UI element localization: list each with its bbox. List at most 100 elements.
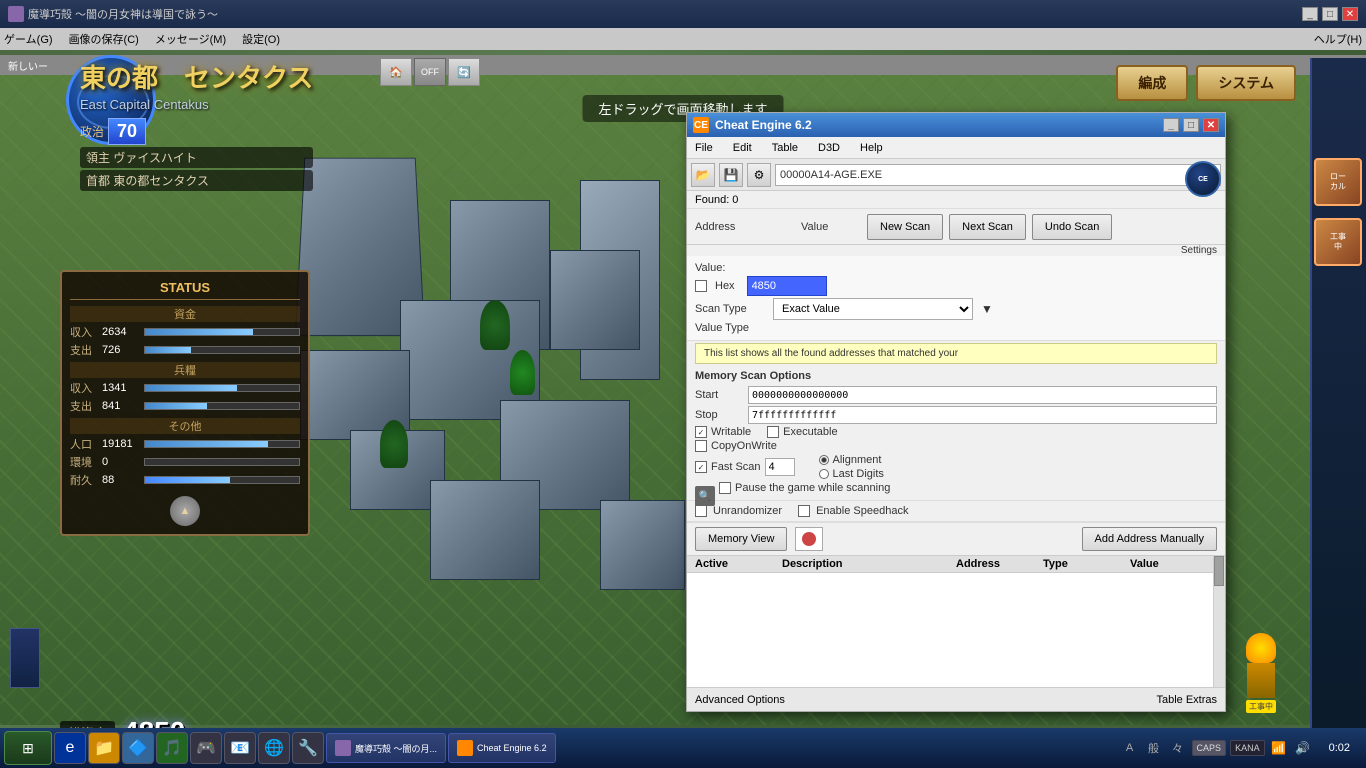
ce-stop-input[interactable] bbox=[748, 406, 1217, 424]
scroll-up-btn[interactable]: ▲ bbox=[170, 496, 200, 526]
ce-scrollbar-thumb[interactable] bbox=[1214, 556, 1224, 586]
construction-figure-area: 工事中 bbox=[1231, 633, 1291, 713]
politics-label: 政治 bbox=[80, 123, 104, 140]
ce-value-area: Value: Hex Scan Type Exact Value ▼ Value… bbox=[687, 256, 1225, 341]
ce-table-extras[interactable]: Table Extras bbox=[1156, 694, 1217, 706]
ce-save-btn[interactable]: 💾 bbox=[719, 163, 743, 187]
city-sub-title: East Capital Centakus bbox=[80, 97, 313, 112]
ce-alignment-radio[interactable] bbox=[819, 455, 829, 465]
tb-icon-5[interactable]: 🎮 bbox=[190, 732, 222, 764]
ce-alignment-radio-row: Alignment bbox=[819, 454, 884, 466]
ce-hex-checkbox[interactable] bbox=[695, 280, 707, 292]
ce-pause-checkbox[interactable] bbox=[719, 482, 731, 494]
tb-icon-6[interactable]: 📧 bbox=[224, 732, 256, 764]
game-menu-message[interactable]: メッセージ(M) bbox=[155, 31, 226, 47]
mil-expense-label: 支出 bbox=[70, 398, 98, 414]
next-scan-button[interactable]: Next Scan bbox=[949, 214, 1026, 240]
game-menu-settings[interactable]: 設定(O) bbox=[242, 31, 280, 47]
durability-value: 88 bbox=[102, 474, 140, 486]
ce-minimize-btn[interactable]: _ bbox=[1163, 118, 1179, 132]
ce-maximize-btn[interactable]: □ bbox=[1183, 118, 1199, 132]
taskbar-ce-task[interactable]: Cheat Engine 6.2 bbox=[448, 733, 556, 763]
ce-task-label: Cheat Engine 6.2 bbox=[477, 743, 547, 753]
game-menu-game[interactable]: ゲーム(G) bbox=[4, 31, 53, 47]
nav-icon-1[interactable]: 🏠 bbox=[380, 58, 412, 86]
ce-menu-help[interactable]: Help bbox=[856, 140, 887, 156]
ce-fast-scan-input[interactable] bbox=[765, 458, 795, 476]
tb-icon-8[interactable]: 🔧 bbox=[292, 732, 324, 764]
tree-3 bbox=[380, 420, 408, 468]
add-address-button[interactable]: Add Address Manually bbox=[1082, 527, 1217, 551]
construction-btn[interactable]: 工事中 bbox=[1314, 218, 1362, 266]
ce-cow-checkbox[interactable] bbox=[695, 440, 707, 452]
ce-unrandomizer-checkbox[interactable] bbox=[695, 505, 707, 517]
ce-scan-type-label: Scan Type bbox=[695, 303, 765, 315]
undo-scan-button[interactable]: Undo Scan bbox=[1032, 214, 1112, 240]
game-menu-help[interactable]: ヘルプ(H) bbox=[1314, 31, 1362, 47]
memory-view-button[interactable]: Memory View bbox=[695, 527, 787, 551]
durability-bar-bg bbox=[144, 476, 300, 484]
ce-writable-check-group: Writable bbox=[695, 426, 751, 438]
game-menu-image[interactable]: 画像の保存(C) bbox=[69, 31, 139, 47]
tb-icon-7[interactable]: 🌐 bbox=[258, 732, 290, 764]
ce-scan-options: Memory Scan Options Start Stop Writable … bbox=[687, 366, 1225, 501]
ce-last-digits-radio[interactable] bbox=[819, 469, 829, 479]
ce-open-btn[interactable]: 📂 bbox=[691, 163, 715, 187]
new-scan-button[interactable]: New Scan bbox=[867, 214, 943, 240]
ce-last-digits-label: Last Digits bbox=[833, 468, 884, 480]
ce-menu-table[interactable]: Table bbox=[768, 140, 802, 156]
ce-speedhack-checkbox[interactable] bbox=[798, 505, 810, 517]
nav-icon-2[interactable]: OFF bbox=[414, 58, 446, 86]
top-right-buttons: 編成 システム bbox=[1116, 65, 1296, 101]
city-header: 東の都 センタクス East Capital Centakus 政治 70 領主… bbox=[80, 58, 313, 191]
ce-close-btn[interactable]: ✕ bbox=[1203, 118, 1219, 132]
local-ation-btn[interactable]: ローカル bbox=[1314, 158, 1362, 206]
ce-settings-label[interactable]: Settings bbox=[687, 245, 1225, 256]
fund-expense-bar-bg bbox=[144, 346, 300, 354]
ce-config-btn[interactable]: ⚙ bbox=[747, 163, 771, 187]
ce-executable-check-group: Executable bbox=[767, 426, 837, 438]
ce-logo-circle: CE bbox=[1185, 161, 1221, 197]
right-panel: ローカル 工事中 bbox=[1310, 58, 1366, 758]
ce-advanced-options[interactable]: Advanced Options bbox=[695, 694, 785, 706]
tb-folder-icon[interactable]: 📁 bbox=[88, 732, 120, 764]
ce-writable-checkbox[interactable] bbox=[695, 426, 707, 438]
system-button[interactable]: システム bbox=[1196, 65, 1296, 101]
ce-value-input[interactable] bbox=[747, 276, 827, 296]
ce-col-type: Type bbox=[1043, 558, 1130, 570]
ce-scan-type-select[interactable]: Exact Value bbox=[773, 298, 973, 320]
ce-hex-row: Hex bbox=[695, 276, 1217, 296]
ce-col-description: Description bbox=[782, 558, 956, 570]
game-close-btn[interactable]: ✕ bbox=[1342, 7, 1358, 21]
tb-icon-4[interactable]: 🎵 bbox=[156, 732, 188, 764]
ce-start-label: Start bbox=[695, 389, 740, 401]
start-button[interactable]: ⊞ bbox=[4, 731, 52, 765]
nav-icon-3[interactable]: 🔄 bbox=[448, 58, 480, 86]
organize-button[interactable]: 編成 bbox=[1116, 65, 1188, 101]
stop-icon bbox=[802, 532, 816, 546]
game-minimize-btn[interactable]: _ bbox=[1302, 7, 1318, 21]
ce-fast-scan-checkbox[interactable] bbox=[695, 461, 707, 473]
lord-label: 領主 bbox=[86, 151, 110, 165]
ce-menu-file[interactable]: File bbox=[691, 140, 717, 156]
ce-value-type-label: Value Type bbox=[695, 322, 765, 334]
tb-icon-3[interactable]: 🔷 bbox=[122, 732, 154, 764]
other-section-title: その他 bbox=[70, 418, 300, 434]
ce-menu-d3d[interactable]: D3D bbox=[814, 140, 844, 156]
ce-scrollbar[interactable] bbox=[1213, 556, 1225, 687]
taskbar-game-task[interactable]: 魔導巧殻 ～闇の月... bbox=[326, 733, 446, 763]
ce-fast-scan-group: Fast Scan bbox=[695, 458, 795, 476]
ce-col-active: Active bbox=[695, 558, 782, 570]
city-main-title: 東の都 センタクス bbox=[80, 58, 313, 95]
game-maximize-btn[interactable]: □ bbox=[1322, 7, 1338, 21]
tb-ie-icon[interactable]: e bbox=[54, 732, 86, 764]
ce-pause-label: Pause the game while scanning bbox=[735, 482, 890, 494]
ce-table-body bbox=[687, 573, 1225, 653]
population-value: 19181 bbox=[102, 438, 140, 450]
ce-address-input[interactable] bbox=[775, 164, 1221, 186]
ce-menu-edit[interactable]: Edit bbox=[729, 140, 756, 156]
ce-start-input[interactable] bbox=[748, 386, 1217, 404]
ce-executable-checkbox[interactable] bbox=[767, 426, 779, 438]
game-task-label: 魔導巧殻 ～闇の月... bbox=[355, 742, 437, 755]
ce-stop-button[interactable] bbox=[795, 527, 823, 551]
